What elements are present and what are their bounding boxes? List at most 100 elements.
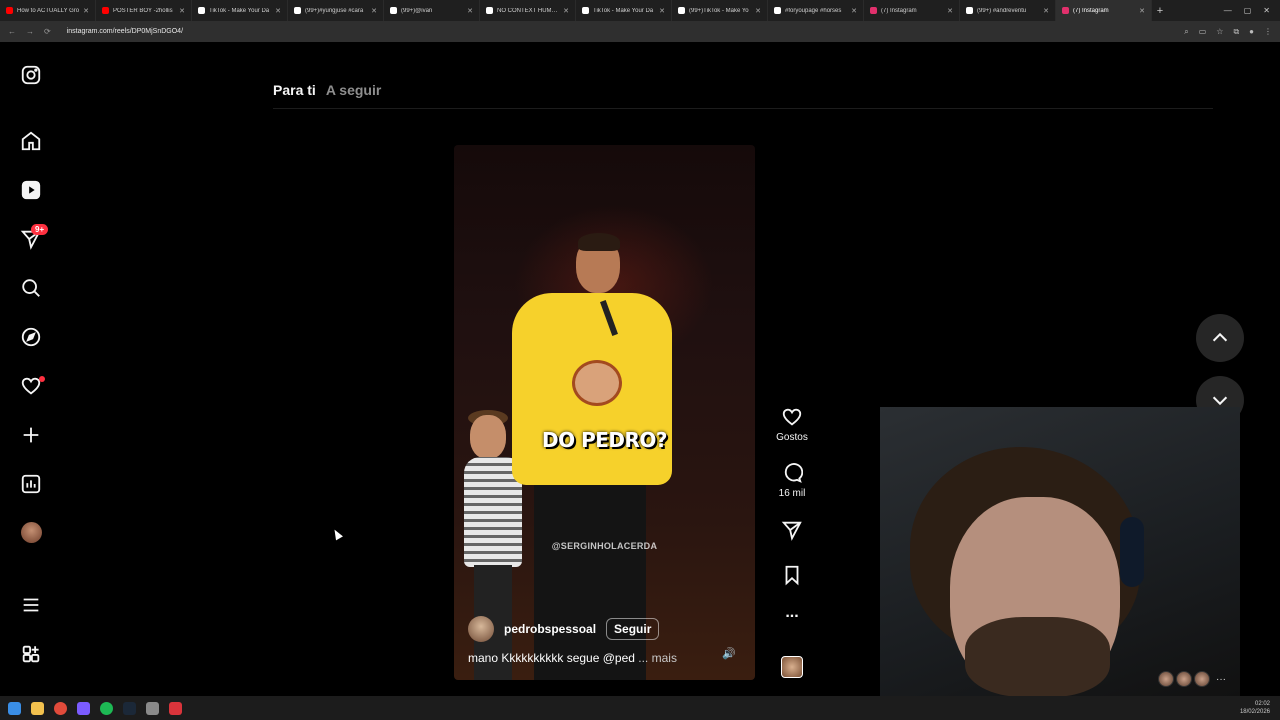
bookmark-star-icon[interactable]: ☆	[1216, 27, 1223, 37]
author-avatar[interactable]	[468, 616, 494, 642]
comment-action[interactable]: 16 mil	[770, 462, 814, 499]
like-heart-icon	[782, 408, 802, 426]
profile-avatar[interactable]	[21, 522, 42, 543]
tab-favicon-icon	[198, 7, 205, 14]
tab-title: (7) Instagram	[881, 7, 917, 14]
close-tab-icon[interactable]: ✕	[83, 7, 89, 15]
spotify-icon[interactable]	[100, 701, 113, 715]
forward-icon[interactable]: →	[26, 27, 34, 36]
tab-title: (7) Instagram	[1073, 7, 1109, 14]
comedian-pants	[534, 480, 646, 680]
address-bar: ← → ⟳ instagram.com/reels/DP0MjSnDGO4/ ⌕…	[0, 21, 1280, 42]
browser-tab[interactable]: (99+) #andreventu ✕	[960, 0, 1056, 21]
discord-icon[interactable]	[77, 701, 90, 715]
author-username[interactable]: pedrobspessoal	[504, 622, 596, 636]
close-tab-icon[interactable]: ✕	[851, 7, 857, 15]
close-tab-icon[interactable]: ✕	[179, 7, 185, 15]
reel-video[interactable]: DO PEDRO? @SERGINHOLACERDA pedrobspessoa…	[454, 145, 755, 680]
browser-tab[interactable]: TikTok - Make Your Da ✕	[576, 0, 672, 21]
video-caption-overlay: DO PEDRO?	[542, 428, 668, 452]
settings-icon[interactable]	[146, 701, 159, 715]
address-bar-actions: ⌕ ▭ ☆ ⧉ ● ⋮	[1184, 27, 1272, 37]
new-tab-button[interactable]: +	[1152, 5, 1168, 17]
browser-tab[interactable]: TikTok - Make Your Da ✕	[192, 0, 288, 21]
app-icon[interactable]	[169, 701, 182, 715]
bookmark-icon	[785, 565, 799, 586]
share-action[interactable]	[770, 519, 814, 541]
share-icon	[781, 521, 802, 541]
comment-icon	[784, 463, 803, 483]
menu-icon[interactable]	[19, 593, 43, 617]
close-tab-icon[interactable]: ✕	[371, 7, 377, 15]
follow-button[interactable]: Seguir	[606, 618, 660, 640]
create-icon[interactable]	[19, 423, 43, 447]
minimize-icon[interactable]: —	[1224, 6, 1232, 15]
close-tab-icon[interactable]: ✕	[467, 7, 473, 15]
sound-icon[interactable]: 🔊	[722, 647, 736, 660]
tab-title: (99+)@ivan	[401, 7, 433, 14]
audio-thumbnail[interactable]	[781, 656, 803, 678]
more-options-action[interactable]: ...	[770, 604, 814, 622]
tab-for-you[interactable]: Para ti	[273, 82, 316, 98]
browser-tab[interactable]: How to ACTUALLY Gro ✕	[0, 0, 96, 21]
tab-title: TikTok - Make Your Da	[209, 7, 270, 14]
cast-icon[interactable]: ▭	[1199, 27, 1207, 37]
explore-icon[interactable]	[19, 325, 43, 349]
messages-badge: 9+	[31, 224, 49, 235]
reload-icon[interactable]: ⟳	[44, 27, 51, 36]
close-tab-icon[interactable]: ✕	[275, 7, 281, 15]
close-tab-icon[interactable]: ✕	[755, 7, 761, 15]
browser-tab[interactable]: (99+)@ivan ✕	[384, 0, 480, 21]
browser-tab[interactable]: (99+)TikTok - Make Yo ✕	[672, 0, 768, 21]
tab-title: (99+)#yungjuse #cara	[305, 7, 364, 14]
browser-tab[interactable]: NO CONTEXT HUMAN ✕	[480, 0, 576, 21]
back-icon[interactable]: ←	[8, 27, 16, 36]
profile-icon[interactable]: ●	[1249, 27, 1254, 37]
close-tab-icon[interactable]: ✕	[659, 7, 665, 15]
tab-favicon-icon	[1062, 7, 1069, 14]
browser-menu-icon[interactable]: ⋮	[1264, 27, 1272, 37]
steam-icon[interactable]	[123, 701, 136, 715]
browser-tab[interactable]: #foryoupage #horses ✕	[768, 0, 864, 21]
save-action[interactable]	[770, 564, 814, 586]
close-window-icon[interactable]: ✕	[1263, 6, 1270, 15]
tab-title: (99+) #andreventu	[977, 7, 1027, 14]
more-apps-icon[interactable]	[19, 642, 43, 666]
more-link[interactable]: ... mais	[638, 651, 677, 665]
close-tab-icon[interactable]: ✕	[1139, 7, 1145, 15]
shirt-logo	[572, 360, 622, 406]
webcam-overlay: ···	[880, 407, 1240, 696]
close-tab-icon[interactable]: ✕	[563, 7, 569, 15]
mouse-cursor	[331, 527, 343, 541]
file-explorer-icon[interactable]	[31, 701, 44, 715]
zoom-icon[interactable]: ⌕	[1184, 27, 1188, 37]
like-action[interactable]: Gostos	[770, 406, 814, 443]
maximize-icon[interactable]: ▢	[1244, 6, 1252, 15]
reel-description: mano Kkkkkkkkkk segue @ped ... mais	[468, 651, 677, 665]
more-options-icon[interactable]: ...	[785, 604, 798, 622]
extensions-icon[interactable]: ⧉	[1233, 27, 1239, 37]
notification-dot	[39, 376, 45, 382]
viewer-avatar	[1194, 671, 1210, 687]
reels-icon[interactable]	[19, 178, 43, 202]
tab-favicon-icon	[678, 7, 685, 14]
home-icon[interactable]	[19, 129, 43, 153]
close-tab-icon[interactable]: ✕	[947, 7, 953, 15]
tab-favicon-icon	[774, 7, 781, 14]
window-controls: — ▢ ✕	[1224, 6, 1280, 15]
tab-following[interactable]: A seguir	[326, 82, 382, 98]
search-icon[interactable]	[19, 276, 43, 300]
chrome-icon[interactable]	[54, 701, 67, 715]
previous-reel-button[interactable]	[1196, 314, 1244, 362]
close-tab-icon[interactable]: ✕	[1043, 7, 1049, 15]
browser-tab[interactable]: (7) Instagram ✕	[1056, 0, 1152, 21]
start-icon[interactable]	[8, 701, 21, 715]
browser-tab[interactable]: (99+)#yungjuse #cara ✕	[288, 0, 384, 21]
url-field[interactable]: instagram.com/reels/DP0MjSnDGO4/	[61, 28, 1175, 35]
instagram-logo-icon[interactable]	[19, 63, 43, 87]
headset	[1120, 517, 1144, 587]
browser-tab[interactable]: (7) Instagram ✕	[864, 0, 960, 21]
dashboard-icon[interactable]	[19, 472, 43, 496]
tab-favicon-icon	[390, 7, 397, 14]
browser-tab[interactable]: POSTER BOY -2hollis ✕	[96, 0, 192, 21]
